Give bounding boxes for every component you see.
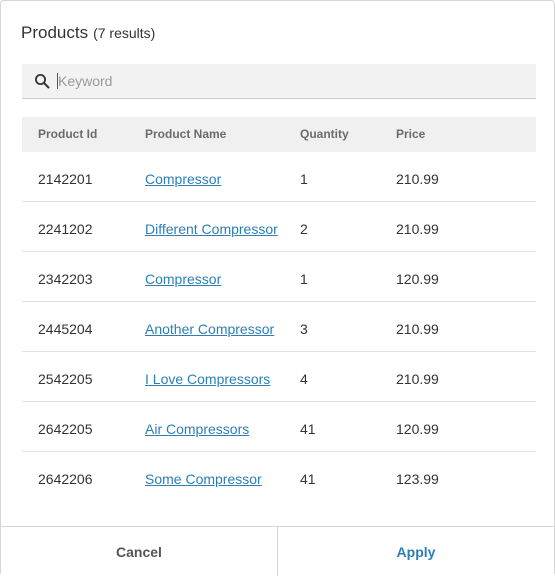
price-cell: 210.99 — [396, 321, 439, 337]
product-name-link[interactable]: Compressor — [145, 271, 221, 287]
price-cell: 210.99 — [396, 371, 439, 387]
dialog-footer: Cancel Apply — [1, 526, 554, 576]
dialog-title: Products — [21, 23, 89, 42]
quantity-cell: 1 — [300, 171, 308, 187]
product-id-cell: 2642205 — [38, 421, 93, 437]
table-header: Product Id Product Name Quantity Price — [22, 117, 536, 152]
apply-button[interactable]: Apply — [278, 527, 554, 576]
products-table: Product Id Product Name Quantity Price 2… — [22, 117, 536, 502]
product-name-link[interactable]: Air Compressors — [145, 421, 249, 437]
table-row[interactable]: 2342203 Compressor 1 120.99 — [22, 252, 536, 302]
product-id-cell: 2142201 — [38, 171, 93, 187]
column-header-product-id[interactable]: Product Id — [38, 127, 97, 141]
product-name-link[interactable]: Compressor — [145, 171, 221, 187]
dialog-header: Products (7 results) — [21, 23, 155, 47]
search-icon — [34, 73, 50, 89]
product-id-cell: 2241202 — [38, 221, 93, 237]
table-row[interactable]: 2445204 Another Compressor 3 210.99 — [22, 302, 536, 352]
table-row[interactable]: 2642206 Some Compressor 41 123.99 — [22, 452, 536, 502]
product-id-cell: 2342203 — [38, 271, 93, 287]
column-header-product-name[interactable]: Product Name — [145, 127, 226, 141]
product-name-link[interactable]: Another Compressor — [145, 321, 274, 337]
product-id-cell: 2642206 — [38, 471, 93, 487]
quantity-cell: 2 — [300, 221, 308, 237]
product-picker-dialog: Products (7 results) Product Id Product … — [0, 0, 555, 576]
product-name-link[interactable]: Different Compressor — [145, 221, 278, 237]
results-count: (7 results) — [93, 25, 156, 41]
product-id-cell: 2445204 — [38, 321, 93, 337]
price-cell: 210.99 — [396, 171, 439, 187]
quantity-cell: 41 — [300, 471, 316, 487]
price-cell: 120.99 — [396, 271, 439, 287]
cancel-button[interactable]: Cancel — [1, 527, 278, 576]
quantity-cell: 41 — [300, 421, 316, 437]
product-name-link[interactable]: Some Compressor — [145, 471, 262, 487]
price-cell: 123.99 — [396, 471, 439, 487]
table-row[interactable]: 2642205 Air Compressors 41 120.99 — [22, 402, 536, 452]
price-cell: 210.99 — [396, 221, 439, 237]
column-header-price[interactable]: Price — [396, 127, 425, 141]
column-header-quantity[interactable]: Quantity — [300, 127, 349, 141]
search-bar — [22, 64, 536, 99]
search-input[interactable] — [56, 71, 526, 91]
quantity-cell: 1 — [300, 271, 308, 287]
product-id-cell: 2542205 — [38, 371, 93, 387]
table-row[interactable]: 2142201 Compressor 1 210.99 — [22, 152, 536, 202]
table-body: 2142201 Compressor 1 210.99 2241202 Diff… — [22, 152, 536, 502]
product-name-link[interactable]: I Love Compressors — [145, 371, 270, 387]
table-row[interactable]: 2241202 Different Compressor 2 210.99 — [22, 202, 536, 252]
quantity-cell: 4 — [300, 371, 308, 387]
quantity-cell: 3 — [300, 321, 308, 337]
table-row[interactable]: 2542205 I Love Compressors 4 210.99 — [22, 352, 536, 402]
price-cell: 120.99 — [396, 421, 439, 437]
